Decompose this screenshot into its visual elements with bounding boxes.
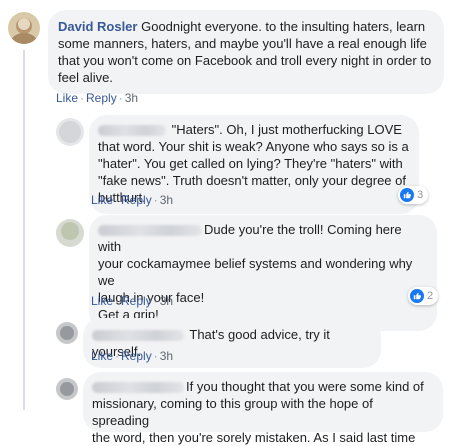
avatar[interactable] (56, 378, 78, 400)
like-link[interactable]: Like (91, 349, 113, 363)
reaction-summary[interactable]: 3 (398, 186, 429, 204)
comment-text-line: your cockamaymee belief systems and wond… (98, 256, 413, 288)
avatar[interactable] (8, 12, 40, 44)
like-link[interactable]: Like (56, 91, 78, 105)
comment-actions: Like · Reply · 3h (91, 193, 174, 207)
reply-link[interactable]: Reply (121, 349, 152, 363)
reply-link[interactable]: Reply (121, 193, 152, 207)
comment-bubble: David Rosler Goodnight everyone. to the … (48, 10, 444, 94)
comment-actions: Like · Reply · 3h (56, 91, 139, 105)
reply-thread-line (23, 50, 25, 410)
avatar[interactable] (56, 118, 84, 146)
comment-author-redacted[interactable] (92, 382, 184, 393)
reaction-count: 3 (417, 189, 424, 201)
comment-timestamp[interactable]: 3h (160, 294, 173, 308)
comment-text-line: missionary, coming to this group with th… (92, 396, 373, 428)
reply-link[interactable]: Reply (86, 91, 117, 105)
thumbs-up-icon (410, 289, 424, 303)
comment-actions: Like · Reply · 3h (91, 294, 174, 308)
comment-author-redacted[interactable] (92, 330, 184, 341)
comment-actions: Like · Reply · 3h (91, 349, 174, 363)
reply-bubble: If you thought that you were some kind o… (83, 372, 443, 445)
comment-author-redacted[interactable] (98, 125, 166, 136)
reaction-summary[interactable]: 2 (408, 287, 439, 305)
reaction-count: 2 (427, 290, 434, 302)
reply-link[interactable]: Reply (121, 294, 152, 308)
comment-text-line: the word, then you're sorely mistaken. A… (92, 430, 416, 445)
reply-bubble: Dude you're the troll! Coming here with … (89, 215, 437, 331)
thumbs-up-icon (400, 188, 414, 202)
avatar[interactable] (56, 322, 78, 344)
like-link[interactable]: Like (91, 193, 113, 207)
comment-timestamp[interactable]: 3h (160, 349, 173, 363)
comment-text-line: If you thought that you were some kind o… (186, 379, 424, 394)
comment-author-redacted[interactable] (98, 225, 202, 236)
like-link[interactable]: Like (91, 294, 113, 308)
avatar[interactable] (56, 219, 84, 247)
comment-timestamp[interactable]: 3h (160, 193, 173, 207)
comment-author[interactable]: David Rosler (58, 19, 137, 34)
comment-timestamp[interactable]: 3h (125, 91, 138, 105)
